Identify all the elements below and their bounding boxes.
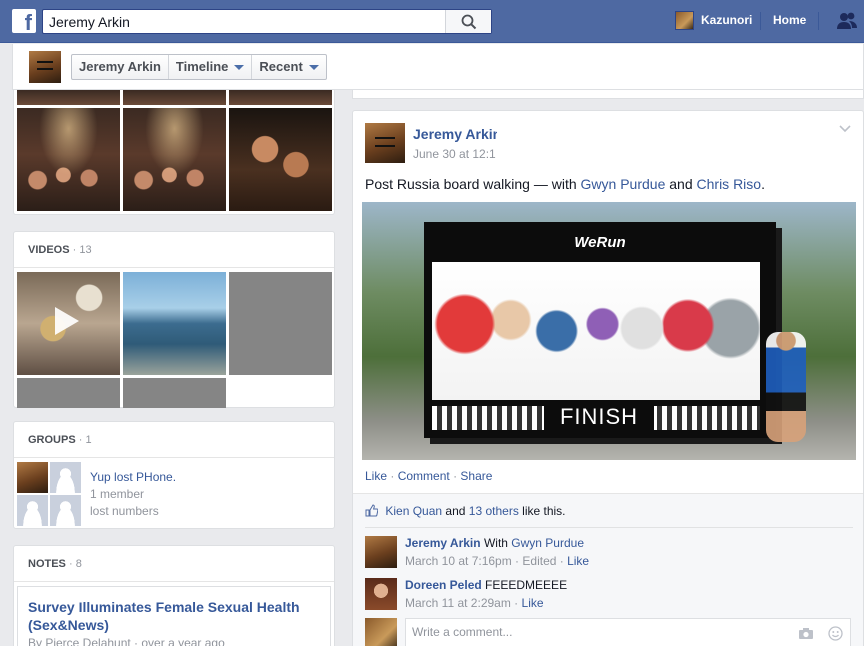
- note-byline: By Pierce Delahunt · over a year ago: [28, 636, 225, 646]
- notes-header[interactable]: NOTES · 8: [14, 546, 334, 582]
- home-link[interactable]: Home: [773, 13, 806, 27]
- video-thumbnail[interactable]: [229, 272, 332, 375]
- chevron-down-icon[interactable]: [839, 125, 851, 133]
- search-button[interactable]: [445, 10, 491, 33]
- share-button[interactable]: Share: [460, 469, 492, 483]
- note-item[interactable]: Survey Illuminates Female Sexual Health …: [17, 586, 331, 646]
- post-author-link[interactable]: Jeremy Arkin: [413, 126, 497, 142]
- profile-name-link[interactable]: Jeremy Arkin: [72, 55, 169, 79]
- billboard: WeRun FINISH: [424, 222, 776, 438]
- photo-thumbnail[interactable]: [229, 108, 332, 211]
- previous-story-edge: [352, 90, 864, 99]
- search-box: [42, 9, 492, 34]
- commenter-avatar[interactable]: [365, 536, 397, 568]
- groups-header[interactable]: GROUPS · 1: [14, 422, 334, 458]
- post-author-avatar[interactable]: [365, 123, 405, 163]
- likes-summary: Kien Quan and 13 others like this.: [365, 504, 853, 528]
- photo-thumbnail[interactable]: [123, 108, 226, 211]
- chevron-down-icon: [308, 64, 319, 70]
- tagged-user-link[interactable]: Gwyn Purdue: [581, 176, 666, 192]
- photo-thumbnail[interactable]: [17, 90, 120, 105]
- commenter-avatar[interactable]: [365, 578, 397, 610]
- photo-thumbnail[interactable]: [229, 90, 332, 105]
- post-text: Post Russia board walking — with Gwyn Pu…: [365, 176, 765, 192]
- user-avatar[interactable]: [675, 11, 694, 30]
- post-photo[interactable]: WeRun FINISH: [362, 202, 856, 460]
- group-member-avatar: [17, 495, 48, 526]
- finish-label: FINISH: [544, 402, 654, 432]
- nav-divider: [818, 12, 819, 30]
- post-actions: Like · Comment · Share: [365, 469, 493, 483]
- brand-logo: WeRun: [574, 234, 626, 251]
- tagged-user-link[interactable]: Chris Riso: [697, 176, 762, 192]
- nav-divider: [760, 12, 761, 30]
- liker-link[interactable]: Kien Quan: [385, 504, 442, 518]
- commenter-name-link[interactable]: Doreen Peled: [405, 578, 482, 592]
- group-member-avatar: [50, 462, 81, 493]
- top-bar: f Kazunori Home: [0, 0, 864, 43]
- like-button[interactable]: Like: [365, 469, 387, 483]
- chevron-down-icon: [234, 64, 245, 70]
- timeline-dropdown[interactable]: Timeline: [169, 55, 253, 79]
- note-title-link[interactable]: Survey Illuminates Female Sexual Health …: [28, 598, 320, 634]
- comment-button[interactable]: Comment: [398, 469, 450, 483]
- emoji-icon[interactable]: [828, 626, 843, 641]
- video-thumbnail[interactable]: [17, 272, 120, 375]
- video-thumbnail[interactable]: [17, 378, 120, 408]
- group-description: lost numbers: [90, 504, 159, 518]
- others-likers-link[interactable]: 13 others: [469, 504, 519, 518]
- default-user-icon: [50, 462, 81, 493]
- post-timestamp[interactable]: June 30 at 12:1: [413, 147, 497, 161]
- breadcrumb: Jeremy Arkin Timeline Recent: [71, 54, 327, 80]
- comment-body: Jeremy Arkin With Gwyn Purdue March 10 a…: [405, 536, 590, 568]
- group-member-count: 1 member: [90, 487, 145, 501]
- search-icon: [461, 14, 477, 30]
- billboard-photo: [432, 262, 760, 400]
- comment-like-button[interactable]: Like: [522, 596, 544, 610]
- group-name-link[interactable]: Yup lost PHone.: [90, 470, 176, 484]
- search-input[interactable]: [49, 12, 449, 32]
- video-thumbnail[interactable]: [123, 272, 226, 375]
- thumbs-up-icon: [365, 504, 378, 517]
- user-profile-link[interactable]: Kazunori: [701, 13, 752, 27]
- group-member-avatar: [50, 495, 81, 526]
- ufi-feedback: Kien Quan and 13 others like this. Jerem…: [353, 493, 863, 646]
- groups-box: GROUPS · 1 Yup lost PHone. 1 member lost…: [13, 421, 335, 529]
- comment-input[interactable]: [412, 625, 782, 639]
- videos-box: VIDEOS · 13: [13, 231, 335, 408]
- photos-box: [13, 90, 335, 215]
- default-user-icon: [17, 495, 48, 526]
- facebook-logo-icon[interactable]: f: [12, 9, 36, 33]
- comment-meta: March 10 at 7:16pm · Edited ·: [405, 554, 564, 568]
- camera-icon[interactable]: [798, 627, 814, 640]
- friend-requests-icon[interactable]: [836, 11, 858, 31]
- comment-like-button[interactable]: Like: [567, 554, 589, 568]
- group-member-avatar: [17, 462, 48, 493]
- photo-thumbnail[interactable]: [123, 90, 226, 105]
- comment-body: Doreen Peled FEEEDMEEEE March 11 at 2:29…: [405, 578, 568, 610]
- comment-box[interactable]: [405, 618, 851, 646]
- profile-nav-bar: Jeremy Arkin Timeline Recent: [12, 44, 864, 90]
- timeline-post: Jeremy Arkin June 30 at 12:1 Post Russia…: [352, 110, 864, 646]
- profile-avatar[interactable]: [29, 51, 61, 83]
- current-user-avatar: [365, 618, 397, 646]
- comment-meta: March 11 at 2:29am ·: [405, 596, 519, 610]
- notes-box: NOTES · 8 Survey Illuminates Female Sexu…: [13, 545, 335, 646]
- runner-figure: [766, 332, 806, 442]
- recent-dropdown[interactable]: Recent: [252, 55, 325, 79]
- default-user-icon: [50, 495, 81, 526]
- tagged-user-link[interactable]: Gwyn Purdue: [511, 536, 584, 550]
- video-thumbnail[interactable]: [123, 378, 226, 408]
- group-info: Yup lost PHone. 1 member lost numbers: [90, 470, 176, 518]
- photo-thumbnail[interactable]: [17, 108, 120, 211]
- comment-composer: [365, 616, 853, 646]
- play-icon: [55, 307, 79, 335]
- videos-header[interactable]: VIDEOS · 13: [14, 232, 334, 268]
- commenter-name-link[interactable]: Jeremy Arkin: [405, 536, 481, 550]
